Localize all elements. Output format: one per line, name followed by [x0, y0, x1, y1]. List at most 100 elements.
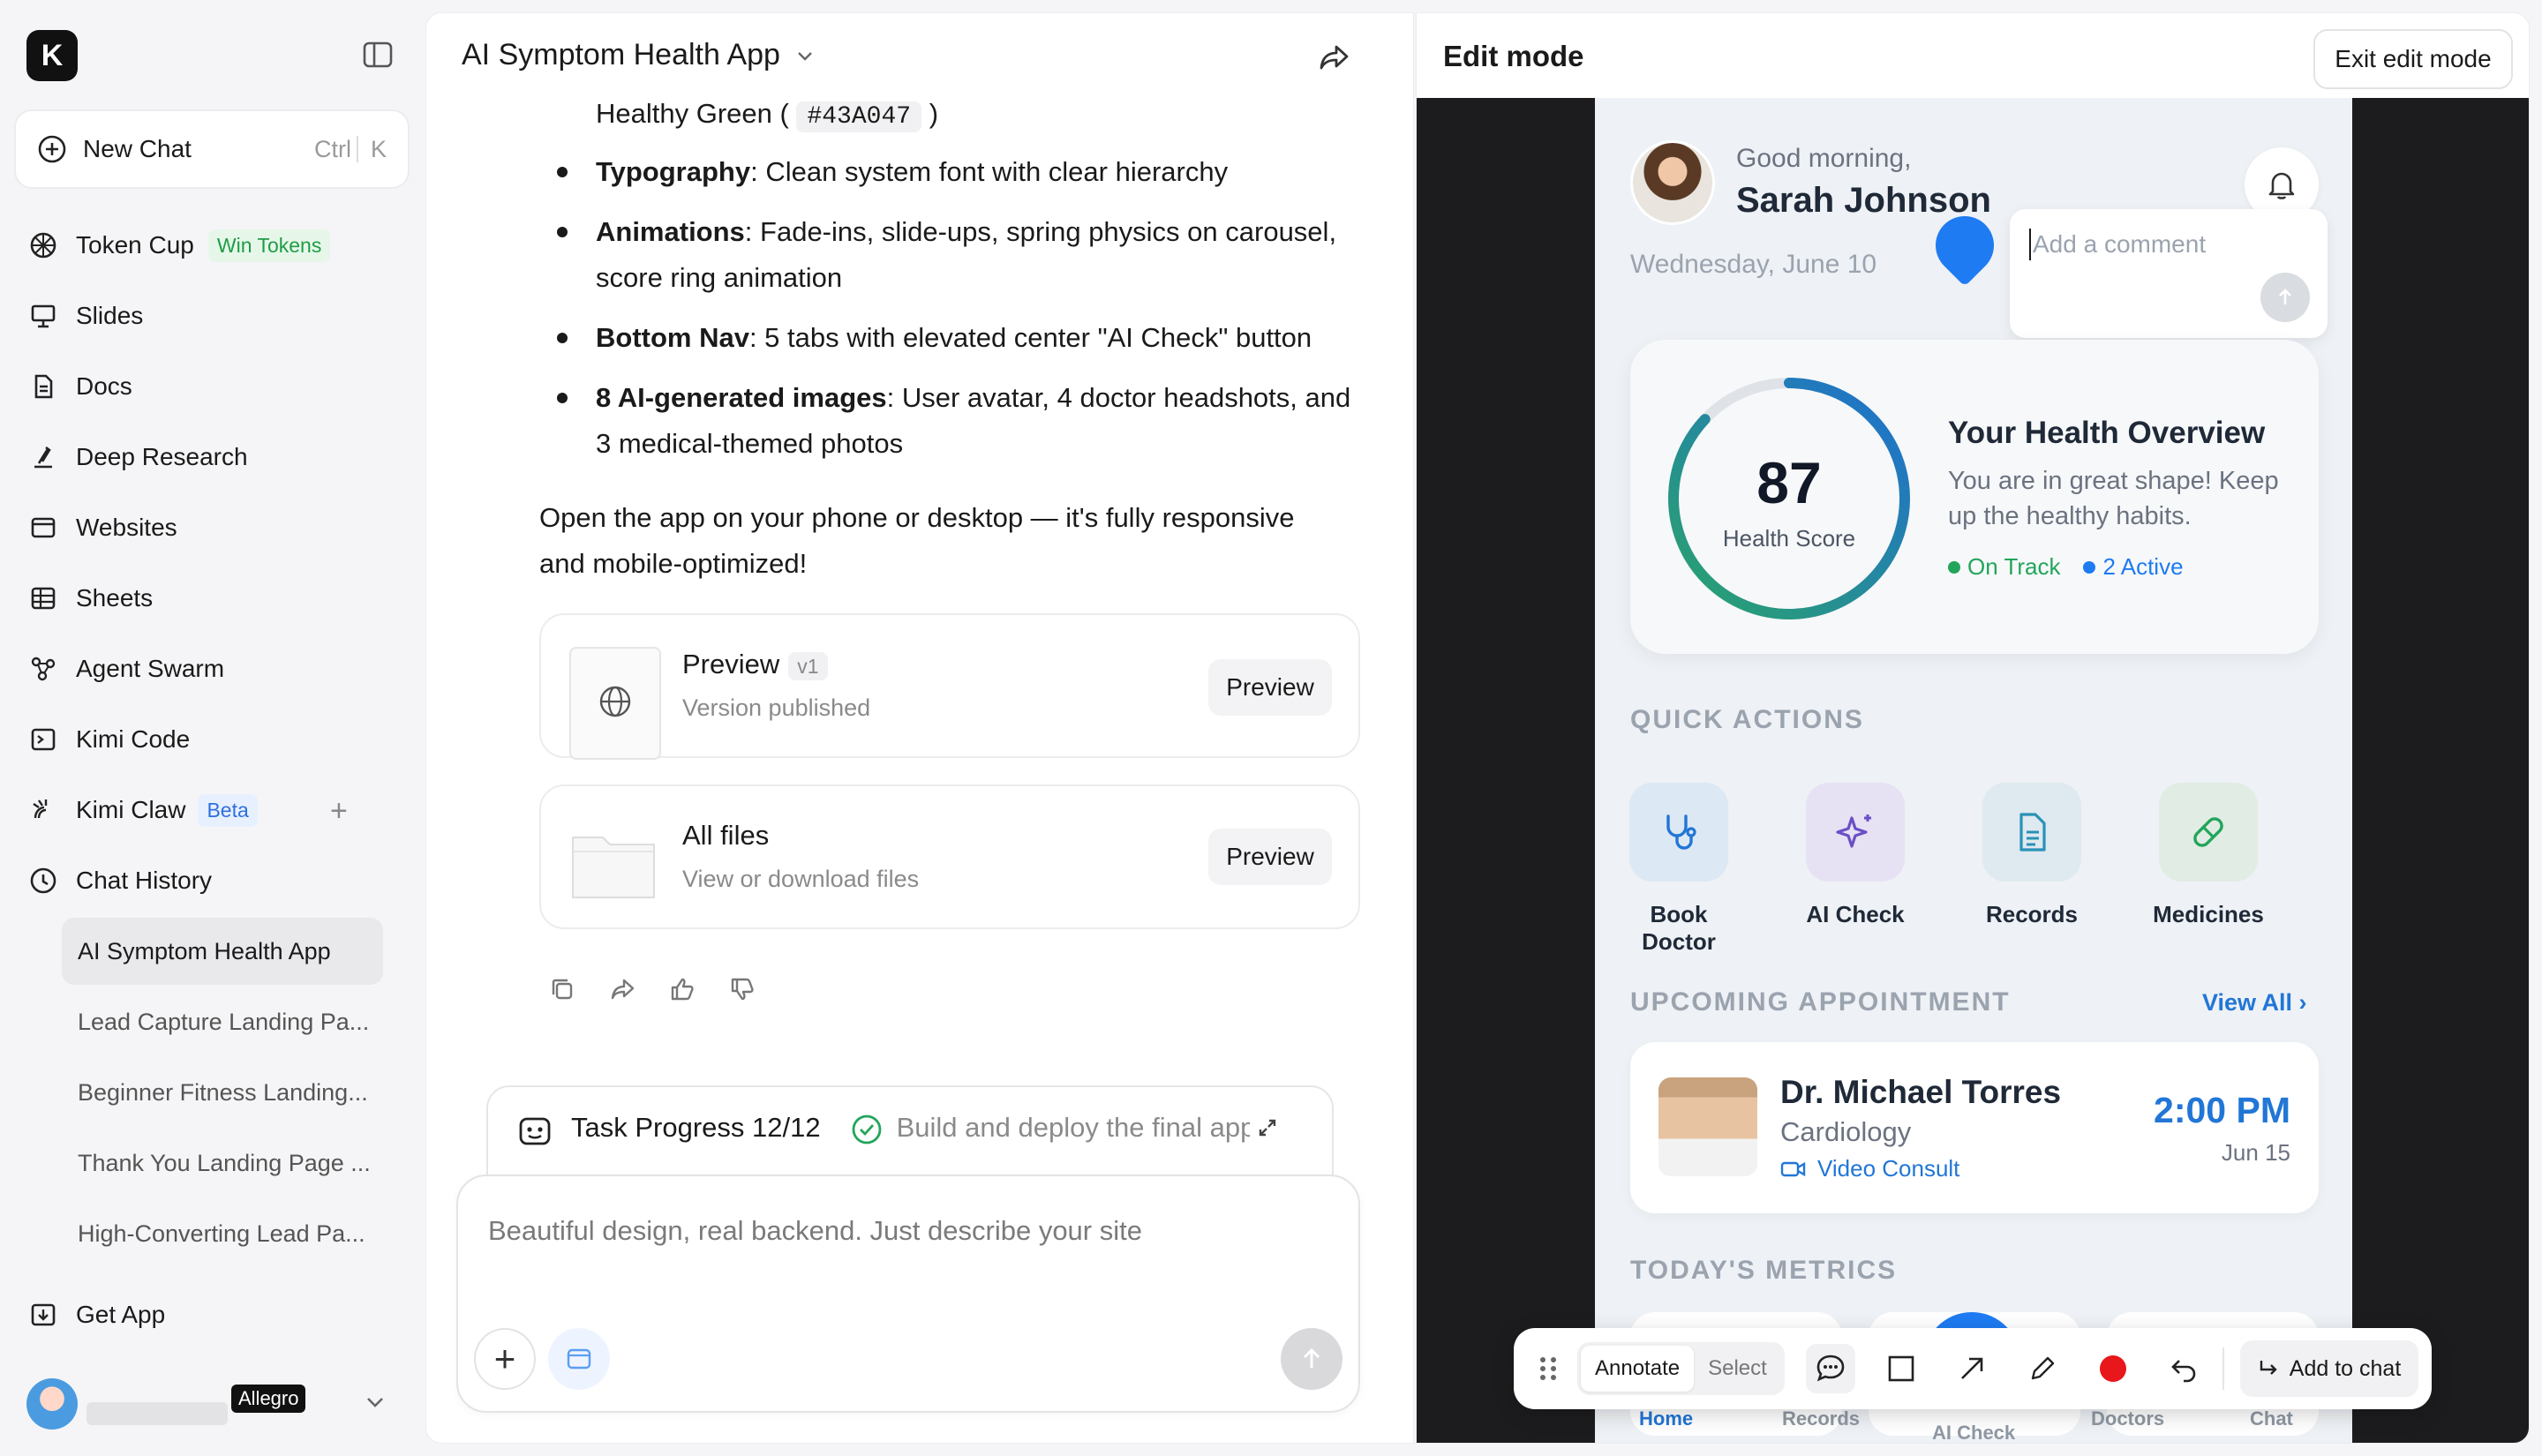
view-all-link[interactable]: View All ›	[2202, 989, 2307, 1017]
health-overview-card[interactable]: 87 Health Score Your Health Overview You…	[1630, 340, 2319, 654]
bottom-nav-home[interactable]: Home	[1639, 1407, 1693, 1430]
appointment-card[interactable]: Dr. Michael Torres Cardiology Video Cons…	[1630, 1042, 2319, 1213]
exit-edit-mode-button[interactable]: Exit edit mode	[2313, 29, 2513, 89]
avatar	[26, 1378, 78, 1430]
files-card[interactable]: All files View or download files Preview	[539, 784, 1360, 929]
undo-icon[interactable]	[2159, 1344, 2208, 1393]
sidebar-item-label: Kimi Claw	[76, 796, 186, 823]
bullet-title: 8 AI-generated images	[596, 382, 887, 413]
attach-plus-button[interactable]: +	[474, 1328, 536, 1390]
bullet-title: Bottom Nav	[596, 322, 749, 353]
blue-dot-icon	[2083, 560, 2096, 574]
history-item-active[interactable]: AI Symptom Health App	[62, 918, 383, 985]
quick-action-book-doctor[interactable]: Book Doctor	[1613, 783, 1745, 956]
bottom-nav-chat[interactable]: Chat	[2250, 1407, 2293, 1430]
bullet-text: : 5 tabs with elevated center "AI Check"…	[748, 322, 1312, 353]
history-item[interactable]: Beginner Fitness Landing...	[62, 1059, 383, 1126]
color-code: #43A047	[796, 101, 922, 132]
sidebar-item-docs[interactable]: Docs	[28, 360, 132, 413]
send-button[interactable]	[1281, 1328, 1342, 1390]
bottom-nav-doctors[interactable]: Doctors	[2091, 1407, 2164, 1430]
chevron-down-icon	[794, 45, 816, 66]
consult-type-label: Video Consult	[1817, 1155, 1960, 1182]
bottom-nav-ai-check[interactable]: AI Check	[1932, 1422, 2015, 1443]
user-profile[interactable]: Allegro	[26, 1377, 397, 1431]
quick-action-medicines[interactable]: Medicines	[2142, 783, 2275, 928]
message-composer[interactable]: Beautiful design, real backend. Just des…	[456, 1175, 1360, 1413]
comment-input[interactable]: Add a comment	[2033, 230, 2206, 259]
bullet-typography: Typography: Clean system font with clear…	[596, 149, 1228, 195]
files-subtitle: View or download files	[682, 866, 920, 892]
chat-title-dropdown[interactable]: AI Symptom Health App	[462, 38, 816, 72]
sidebar-item-slides[interactable]: Slides	[28, 289, 143, 342]
copy-icon[interactable]	[548, 975, 576, 1003]
expand-icon[interactable]	[1257, 1117, 1278, 1138]
comment-tool-icon[interactable]	[1805, 1344, 1855, 1393]
sidebar-item-label: Deep Research	[76, 443, 248, 470]
task-progress-bar[interactable]: Task Progress 12/12 Build and deploy the…	[486, 1085, 1334, 1182]
history-item[interactable]: High-Converting Lead Pa...	[62, 1200, 383, 1267]
status-active: 2 Active	[2102, 553, 2184, 580]
docs-icon	[28, 372, 58, 402]
sidebar-item-kimi-claw[interactable]: Kimi Claw Beta	[28, 784, 258, 837]
chat-title: AI Symptom Health App	[462, 38, 780, 71]
color-picker-red[interactable]	[2088, 1344, 2138, 1393]
drag-handle-icon[interactable]	[1535, 1353, 1561, 1385]
sparkle-icon	[1806, 783, 1905, 882]
claw-icon	[28, 795, 58, 825]
stethoscope-icon	[1629, 783, 1728, 882]
new-chat-button[interactable]: New Chat Ctrl K	[14, 109, 410, 189]
sidebar-item-token-cup[interactable]: Token Cup Win Tokens	[28, 219, 331, 272]
bullet-text-cont: 3 medical-themed photos	[596, 428, 904, 459]
overview-title: Your Health Overview	[1948, 416, 2266, 450]
bullet-text: : User avatar, 4 doctor headshots, and	[886, 382, 1351, 413]
user-avatar[interactable]	[1630, 140, 1715, 225]
get-app-label: Get App	[76, 1301, 166, 1328]
app-preview[interactable]: Good morning, Sarah Johnson Wednesday, J…	[1595, 98, 2352, 1443]
rectangle-tool-icon[interactable]	[1876, 1344, 1926, 1393]
chevron-down-icon[interactable]	[362, 1389, 388, 1415]
task-progress-label: Task Progress 12/12	[571, 1112, 821, 1143]
quick-action-ai-check[interactable]: AI Check	[1789, 783, 1922, 928]
slides-icon	[28, 301, 58, 331]
arrow-tool-icon[interactable]	[1947, 1344, 1997, 1393]
history-item[interactable]: Thank You Landing Page ...	[62, 1130, 383, 1197]
files-preview-button[interactable]: Preview	[1208, 829, 1332, 885]
get-app-button[interactable]: Get App	[28, 1288, 165, 1341]
select-mode-button[interactable]: Select	[1694, 1346, 1781, 1392]
sidebar-item-sheets[interactable]: Sheets	[28, 572, 153, 625]
sidebar-item-chat-history[interactable]: Chat History	[28, 854, 212, 907]
composer-placeholder[interactable]: Beautiful design, real backend. Just des…	[488, 1215, 1142, 1247]
quick-action-records[interactable]: Records	[1966, 783, 2098, 928]
add-to-chat-button[interactable]: Add to chat	[2239, 1340, 2419, 1397]
add-to-chat-label: Add to chat	[2289, 1355, 2402, 1381]
bottom-nav-records[interactable]: Records	[1782, 1407, 1860, 1430]
comment-popover[interactable]: Add a comment	[2010, 209, 2328, 338]
shortcut-divider	[356, 136, 358, 162]
preview-button[interactable]: Preview	[1208, 659, 1332, 716]
plus-circle-icon	[37, 134, 67, 164]
website-mode-icon[interactable]	[548, 1328, 610, 1390]
share-icon[interactable]	[1316, 40, 1353, 77]
thumbs-up-icon[interactable]	[668, 975, 696, 1003]
preview-card[interactable]: Preview v1 Version published Preview	[539, 613, 1360, 760]
thumbs-down-icon[interactable]	[728, 975, 756, 1003]
bullet-animations: Animations: Fade-ins, slide-ups, spring …	[596, 209, 1336, 255]
sidebar-item-kimi-code[interactable]: Kimi Code	[28, 713, 190, 766]
add-claw-button[interactable]: +	[330, 794, 348, 829]
edit-panel: Edit mode Exit edit mode Good morning, S…	[1416, 12, 2530, 1444]
sidebar-item-agent-swarm[interactable]: Agent Swarm	[28, 642, 224, 695]
kimi-logo[interactable]: K	[26, 30, 78, 81]
comment-send-button[interactable]	[2260, 273, 2310, 322]
video-camera-icon	[1780, 1160, 1807, 1179]
pencil-tool-icon[interactable]	[2018, 1344, 2067, 1393]
history-item[interactable]: Lead Capture Landing Pa...	[62, 988, 383, 1055]
annotate-mode-button[interactable]: Annotate	[1581, 1346, 1695, 1392]
green-dot-icon	[1948, 560, 1960, 574]
text-caret	[2029, 229, 2031, 260]
sidebar-item-websites[interactable]: Websites	[28, 501, 177, 554]
sidebar-toggle-icon[interactable]	[362, 41, 394, 69]
share-message-icon[interactable]	[608, 975, 636, 1003]
sidebar-item-deep-research[interactable]: Deep Research	[28, 431, 248, 484]
appointment-time: 2:00 PM	[2154, 1090, 2290, 1130]
